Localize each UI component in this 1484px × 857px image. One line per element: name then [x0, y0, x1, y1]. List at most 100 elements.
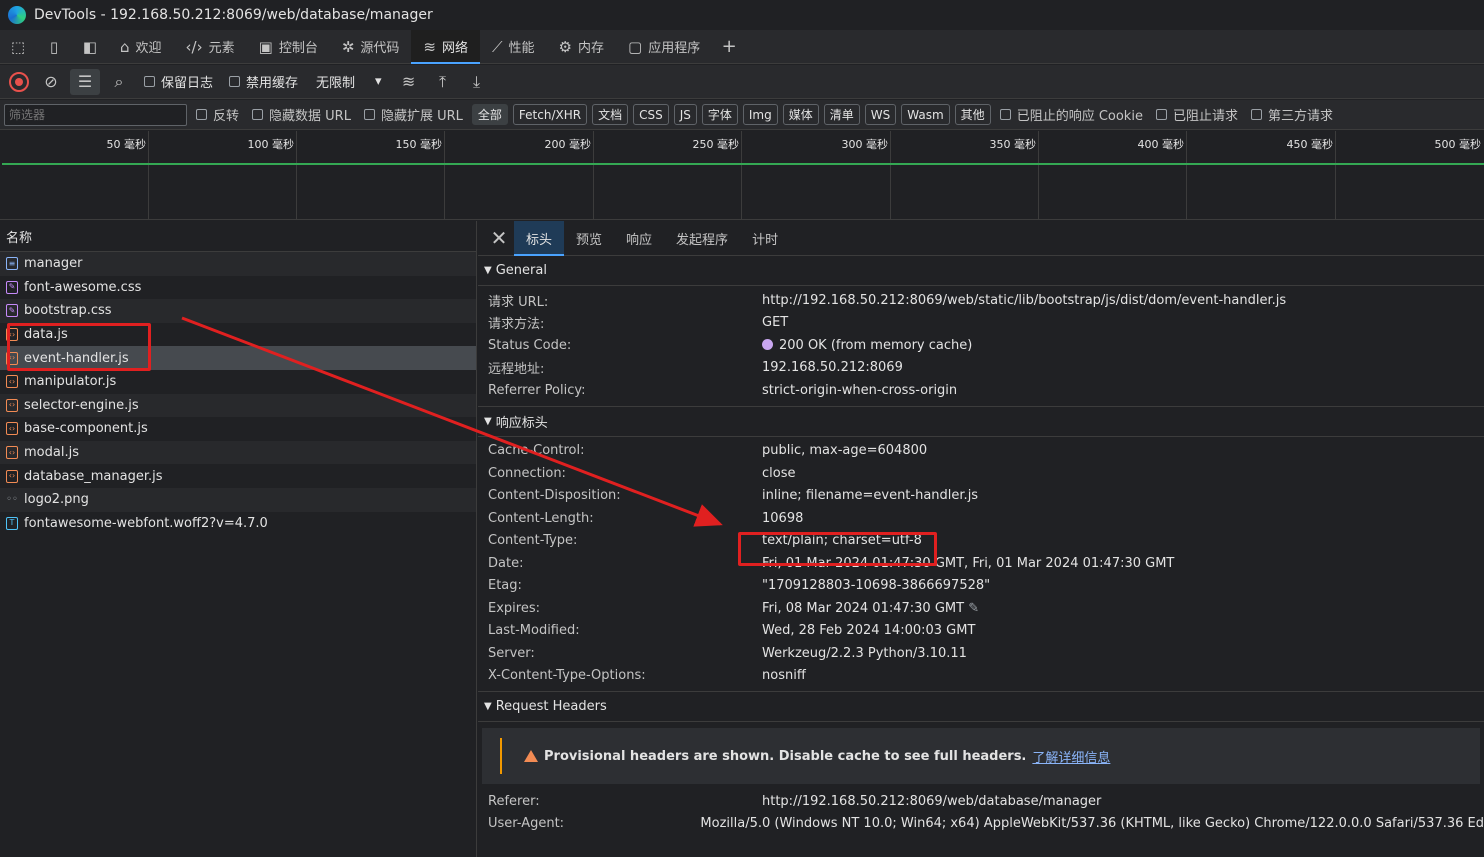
tab-label: 应用程序 [648, 41, 701, 56]
request-row[interactable]: ✎ bootstrap.css [0, 299, 476, 323]
search-icon[interactable]: ⌕ [104, 69, 134, 95]
response-headers-section: ▼ 响应标头 Cache-Control: public, max-age=6048… [478, 407, 1484, 692]
filter-type-js[interactable]: JS [673, 104, 697, 125]
wifi-icon: ≋ [423, 37, 436, 56]
tab-welcome[interactable]: ⌂ 欢迎 [108, 30, 174, 64]
tab-timing[interactable]: 计时 [740, 221, 790, 256]
code-icon: ‹/› [185, 37, 203, 56]
tab-console[interactable]: ▣ 控制台 [247, 30, 330, 64]
learn-more-link[interactable]: 了解详细信息 [1032, 747, 1110, 766]
filter-type-css[interactable]: CSS [633, 104, 669, 125]
network-conditions-icon[interactable]: ≋ [394, 69, 424, 95]
device-toggle-icon[interactable]: ▯ [36, 30, 72, 64]
tab-initiator[interactable]: 发起程序 [664, 221, 740, 256]
request-row[interactable]: ‹› data.js [0, 323, 476, 347]
request-row[interactable]: ‹› base-component.js [0, 417, 476, 441]
status-code-value: 200 OK (from memory cache) [779, 337, 973, 353]
header-row: Date: Fri, 01 Mar 2024 01:47:30 GMT, Fri,… [478, 552, 1484, 575]
blocked-cookies-checkbox[interactable]: 已阻止的响应 Cookie [996, 105, 1147, 124]
tab-response[interactable]: 响应 [614, 221, 664, 256]
image-icon: ◦◦ [6, 493, 18, 505]
download-icon[interactable]: ⤓ [462, 69, 492, 95]
filter-type-ws[interactable]: WS [864, 104, 897, 125]
stylesheet-icon: ✎ [6, 304, 18, 318]
title-bar: DevTools - 192.168.50.212:8069/web/datab… [0, 0, 1484, 30]
request-row[interactable]: Tfontawesome-webfont.woff2?v=4.7.0 [0, 512, 476, 536]
general-section-header[interactable]: ▼ General [478, 256, 1484, 286]
script-icon: ‹› [6, 469, 18, 483]
third-party-checkbox[interactable]: 第三方请求 [1247, 105, 1337, 124]
invert-checkbox[interactable]: 反转 [192, 105, 243, 124]
hide-data-urls-checkbox[interactable]: 隐藏数据 URL [248, 105, 355, 124]
request-row[interactable]: ≡ manager [0, 252, 476, 276]
tab-elements[interactable]: ‹/› 元素 [174, 30, 247, 64]
filter-type-media[interactable]: 媒体 [782, 104, 819, 125]
filter-type-manifest[interactable]: 清单 [823, 104, 860, 125]
response-headers-header[interactable]: ▼ 响应标头 [478, 407, 1484, 437]
timeline-tick-label: 150 毫秒 [395, 138, 443, 151]
request-row[interactable]: ◦◦ logo2.png [0, 487, 476, 512]
timeline-tick-label: 500 毫秒 [1434, 138, 1482, 151]
request-row[interactable]: ✎ font-awesome.css [0, 276, 476, 300]
request-row-selected[interactable]: ‹› event-handler.js [0, 346, 476, 370]
request-row[interactable]: ‹› selector-engine.js [0, 393, 476, 418]
filter-type-fetch[interactable]: Fetch/XHR [512, 104, 588, 125]
tab-memory[interactable]: ⚙ 内存 [547, 30, 616, 64]
edit-pencil-icon[interactable]: ✎ [968, 601, 979, 616]
inspect-icon[interactable]: ⬚ [0, 30, 36, 64]
window-title: DevTools - 192.168.50.212:8069/web/datab… [34, 7, 433, 23]
script-icon: ‹› [6, 351, 18, 365]
filter-toggle-icon[interactable]: ☰ [70, 68, 100, 95]
upload-icon[interactable]: ⤒ [428, 69, 458, 95]
timeline-overview[interactable]: 50 毫秒 100 毫秒 150 毫秒 200 毫秒 250 毫秒 300 毫秒… [0, 131, 1484, 220]
blocked-requests-checkbox[interactable]: 已阻止请求 [1152, 105, 1242, 124]
throttle-select[interactable]: 无限制 ▾ [308, 72, 390, 91]
filter-type-wasm[interactable]: Wasm [901, 104, 950, 125]
header-value: close [762, 465, 796, 481]
timeline-tick-label: 200 毫秒 [544, 138, 592, 151]
dock-icon[interactable]: ◧ [72, 30, 108, 64]
stylesheet-icon: ✎ [6, 280, 18, 294]
header-row: Content-Type: text/plain; charset=utf-8 [478, 530, 1484, 553]
header-value: "1709128803-10698-3866697528" [762, 578, 991, 594]
request-headers-header[interactable]: ▼ Request Headers [478, 692, 1484, 722]
filter-input[interactable] [4, 103, 187, 126]
tab-label: 网络 [442, 41, 469, 56]
header-row: 远程地址: 192.168.50.212:8069 [478, 357, 1484, 380]
record-button[interactable] [6, 69, 32, 95]
close-icon[interactable]: ✕ [484, 226, 514, 250]
throttle-value: 无限制 [316, 76, 356, 91]
filter-type-all[interactable]: 全部 [471, 104, 508, 125]
preserve-log-checkbox[interactable]: 保留日志 [138, 72, 219, 91]
tab-application[interactable]: ▢ 应用程序 [616, 30, 712, 64]
filter-type-other[interactable]: 其他 [954, 104, 991, 125]
hide-extension-urls-label: 隐藏扩展 URL [380, 109, 463, 124]
header-row: Referer: http://192.168.50.212:8069/web/d… [478, 790, 1484, 813]
memory-icon: ⚙ [558, 37, 572, 56]
filter-type-doc[interactable]: 文档 [592, 104, 629, 125]
more-tools-plus-icon[interactable]: + [712, 36, 746, 57]
app-icon: ▢ [628, 37, 643, 56]
header-key: Referer: [488, 793, 540, 809]
tab-headers[interactable]: 标头 [514, 220, 565, 256]
request-row[interactable]: ‹› database_manager.js [0, 464, 476, 488]
filter-type-font[interactable]: 字体 [701, 104, 738, 125]
tab-label: 源代码 [360, 41, 400, 56]
disable-cache-checkbox[interactable]: 禁用缓存 [223, 72, 304, 91]
tab-preview[interactable]: 预览 [564, 221, 614, 256]
tab-sources[interactable]: ✲ 源代码 [330, 30, 412, 64]
header-key: Referrer Policy: [488, 382, 586, 398]
filter-type-img[interactable]: Img [742, 104, 778, 125]
hide-extension-urls-checkbox[interactable]: 隐藏扩展 URL [360, 105, 467, 124]
detail-tab-bar: ✕ 标头 预览 响应 发起程序 计时 [478, 220, 1484, 256]
tab-performance[interactable]: ⟋ 性能 [480, 30, 547, 64]
header-key: User-Agent: [488, 816, 565, 832]
request-row[interactable]: ‹› modal.js [0, 440, 476, 465]
tab-network[interactable]: ≋ 网络 [411, 29, 481, 64]
home-icon: ⌂ [120, 37, 130, 56]
clear-icon[interactable]: ⊘ [36, 69, 66, 95]
column-header-name[interactable]: 名称 [0, 221, 476, 252]
triangle-down-icon: ▼ [484, 265, 492, 276]
timeline-tick-label: 400 毫秒 [1137, 138, 1185, 151]
request-row[interactable]: ‹› manipulator.js [0, 370, 476, 394]
